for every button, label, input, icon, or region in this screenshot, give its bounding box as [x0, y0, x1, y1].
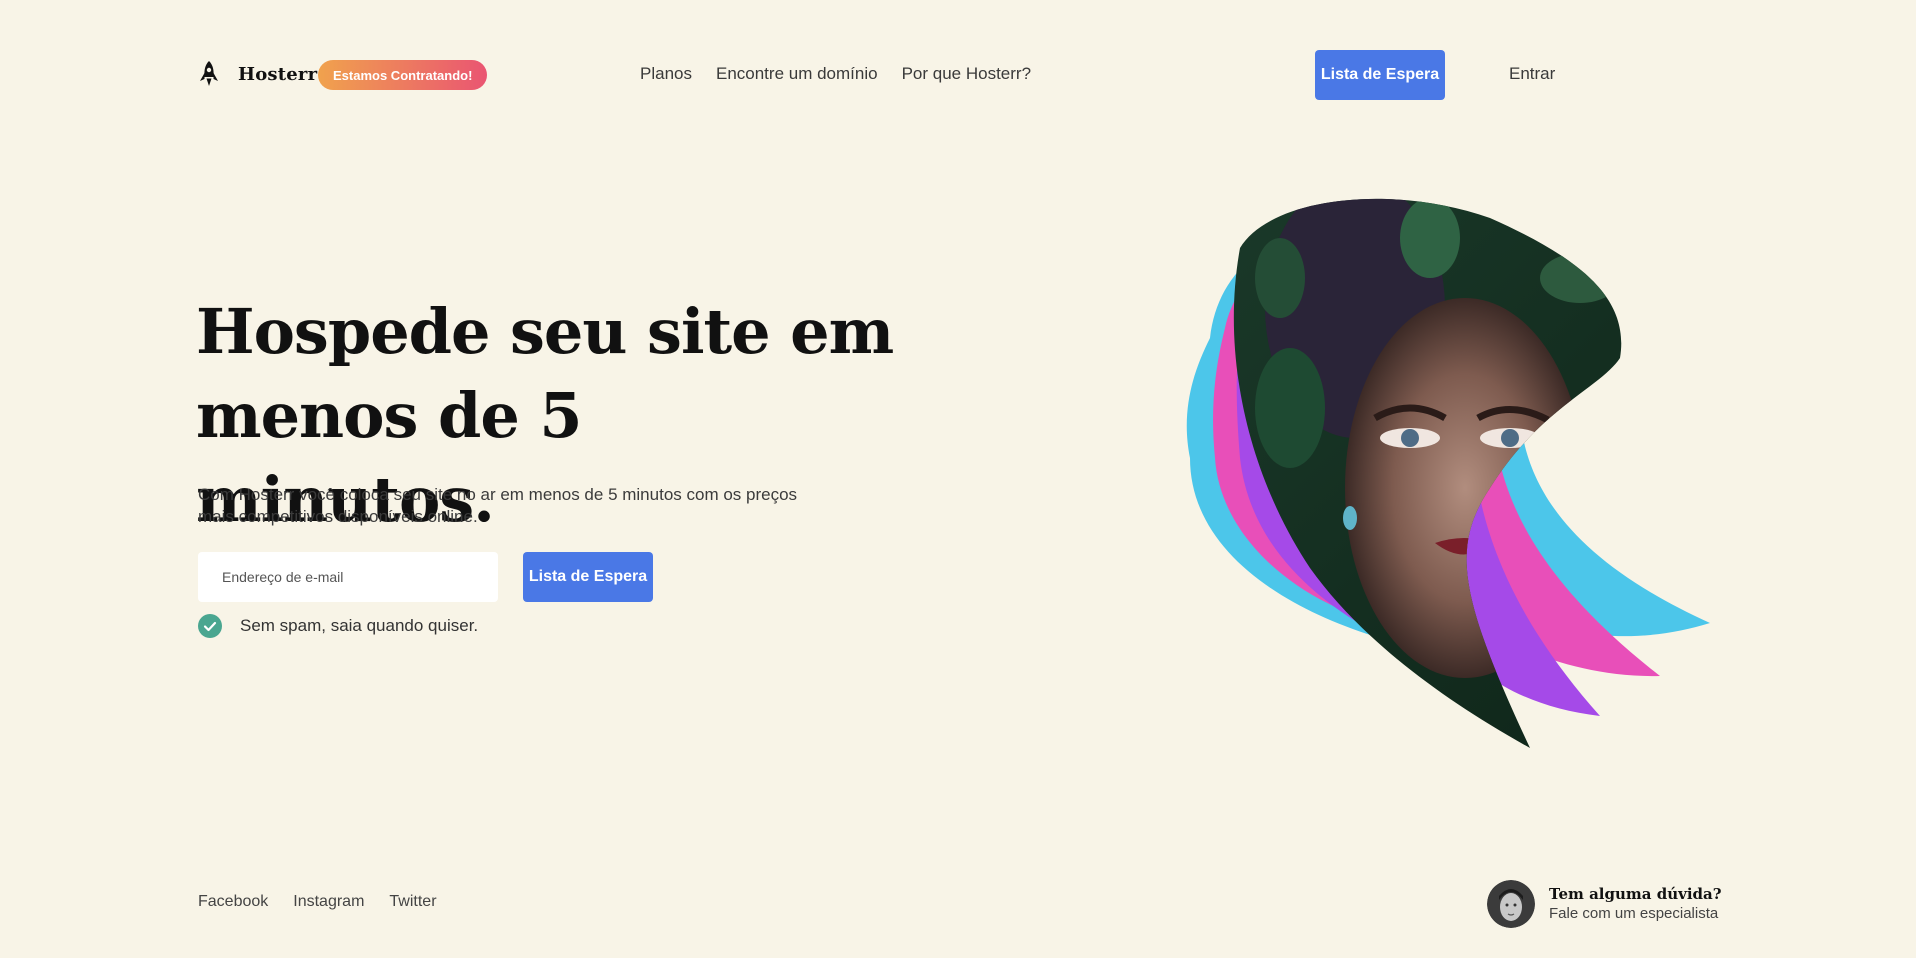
- social-links: Facebook Instagram Twitter: [198, 893, 437, 911]
- twitter-link[interactable]: Twitter: [389, 893, 436, 911]
- hero-description: Com Hosterr você coloca seu site no ar e…: [198, 485, 798, 526]
- check-circle-icon: [198, 614, 222, 638]
- instagram-link[interactable]: Instagram: [293, 893, 364, 911]
- hero-portrait-illustration: [1186, 198, 1710, 748]
- no-spam-text: Sem spam, saia quando quiser.: [240, 616, 479, 635]
- nav-item-planos[interactable]: Planos: [640, 64, 692, 84]
- facebook-link[interactable]: Facebook: [198, 893, 268, 911]
- header-waitlist-button[interactable]: Lista de Espera: [1315, 50, 1445, 100]
- hero-title-line-1: Hospede seu site em: [196, 295, 894, 368]
- contact-title: Tem alguma dúvida?: [1549, 885, 1722, 903]
- contact-subtitle: Fale com um especialista: [1549, 905, 1719, 922]
- contact-text: Tem alguma dúvida? Fale com um especiali…: [1549, 884, 1722, 924]
- nav-item-find-domain[interactable]: Encontre um domínio: [716, 64, 878, 84]
- rocket-icon: [200, 61, 218, 86]
- hero-waitlist-button[interactable]: Lista de Espera: [523, 552, 653, 602]
- email-input[interactable]: [198, 552, 498, 602]
- nav-item-why-hosterr[interactable]: Por que Hosterr?: [902, 64, 1031, 84]
- contact-expert[interactable]: Tem alguma dúvida? Fale com um especiali…: [1487, 880, 1722, 928]
- no-spam-note: Sem spam, saia quando quiser.: [198, 614, 478, 638]
- main-nav: Planos Encontre um domínio Por que Hoste…: [640, 64, 1031, 84]
- logo[interactable]: Hosterr: [198, 60, 317, 88]
- avatar: [1487, 880, 1535, 928]
- brand-name: Hosterr: [238, 63, 318, 85]
- hiring-badge[interactable]: Estamos Contratando!: [318, 60, 488, 90]
- login-link[interactable]: Entrar: [1509, 64, 1555, 84]
